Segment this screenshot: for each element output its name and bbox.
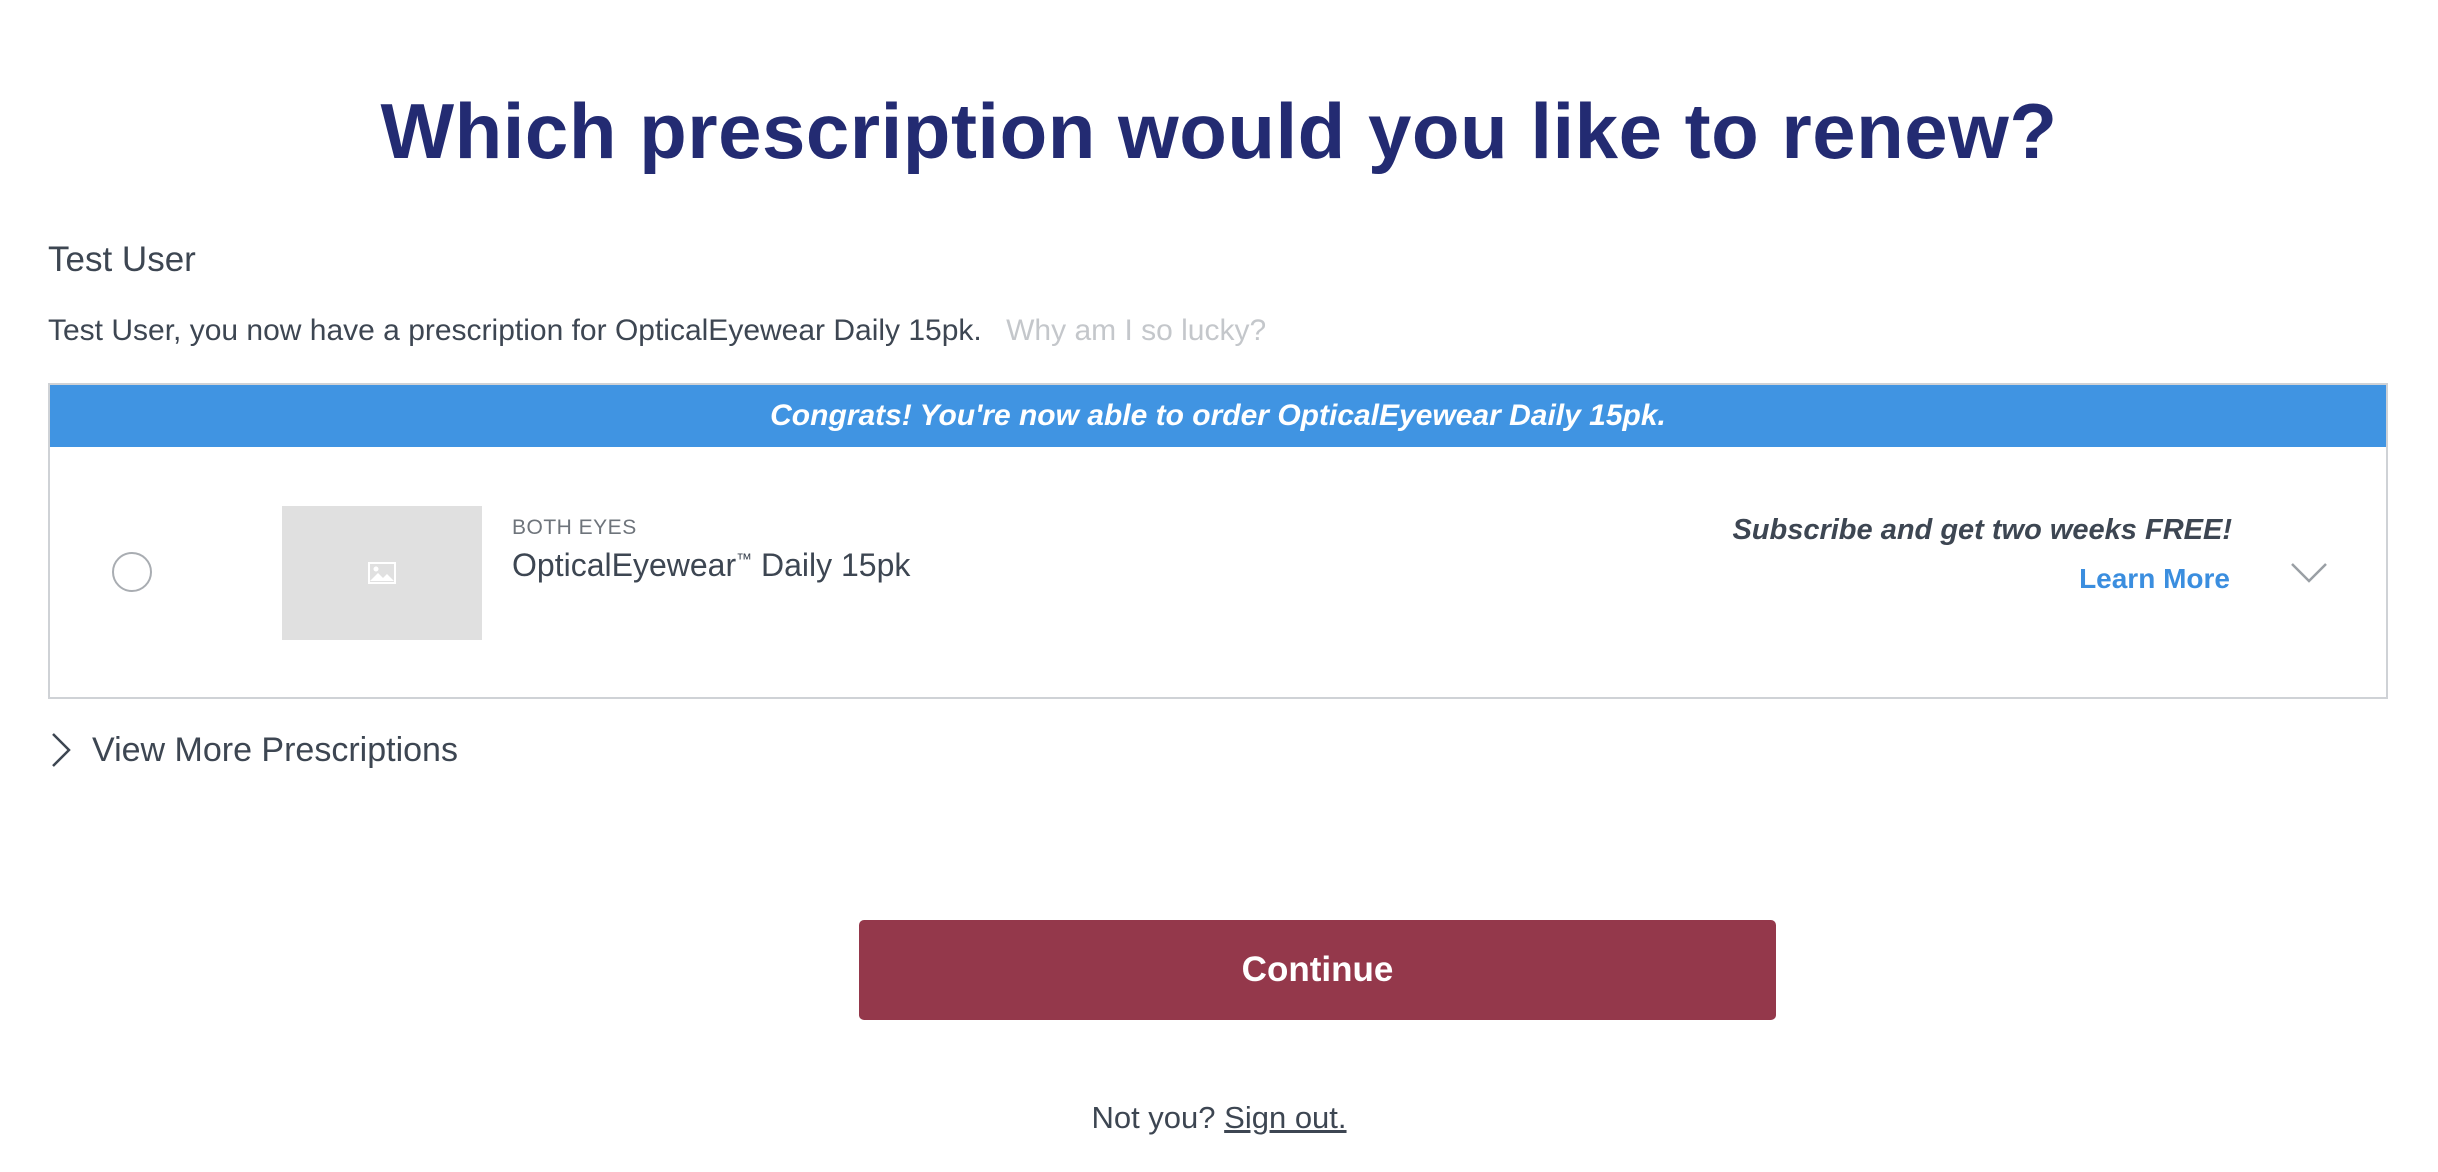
eye-label: BOTH EYES <box>512 516 637 539</box>
not-you-footer: Not you? Sign out. <box>0 1100 2438 1136</box>
congrats-banner: Congrats! You're now able to order Optic… <box>50 385 2386 447</box>
prescription-info: Test User, you now have a prescription f… <box>48 314 1266 348</box>
product-variant: Daily 15pk <box>752 547 911 583</box>
trademark-symbol: ™ <box>736 551 753 569</box>
user-name: Test User <box>48 240 196 279</box>
product-name: OpticalEyewear™ Daily 15pk <box>512 547 910 584</box>
prescription-radio[interactable] <box>112 552 152 592</box>
sign-out-link[interactable]: Sign out. <box>1224 1100 1346 1135</box>
image-placeholder-icon <box>368 562 396 584</box>
view-more-prescriptions[interactable]: View More Prescriptions <box>50 728 458 772</box>
page-title: Which prescription would you like to ren… <box>380 87 2058 175</box>
continue-button[interactable]: Continue <box>859 920 1776 1020</box>
prescription-card[interactable]: Congrats! You're now able to order Optic… <box>48 383 2388 699</box>
prescription-info-text: Test User, you now have a prescription f… <box>48 314 982 347</box>
why-lucky-link[interactable]: Why am I so lucky? <box>1006 314 1266 347</box>
product-thumbnail <box>282 506 482 640</box>
learn-more-link[interactable]: Learn More <box>2079 563 2230 595</box>
not-you-prompt: Not you? <box>1091 1100 1216 1135</box>
subscribe-promo: Subscribe and get two weeks FREE! <box>1732 514 2232 546</box>
product-brand: OpticalEyewear <box>512 547 737 583</box>
view-more-label: View More Prescriptions <box>92 730 458 769</box>
chevron-right-icon <box>52 733 71 767</box>
chevron-down-icon[interactable] <box>2290 561 2328 585</box>
